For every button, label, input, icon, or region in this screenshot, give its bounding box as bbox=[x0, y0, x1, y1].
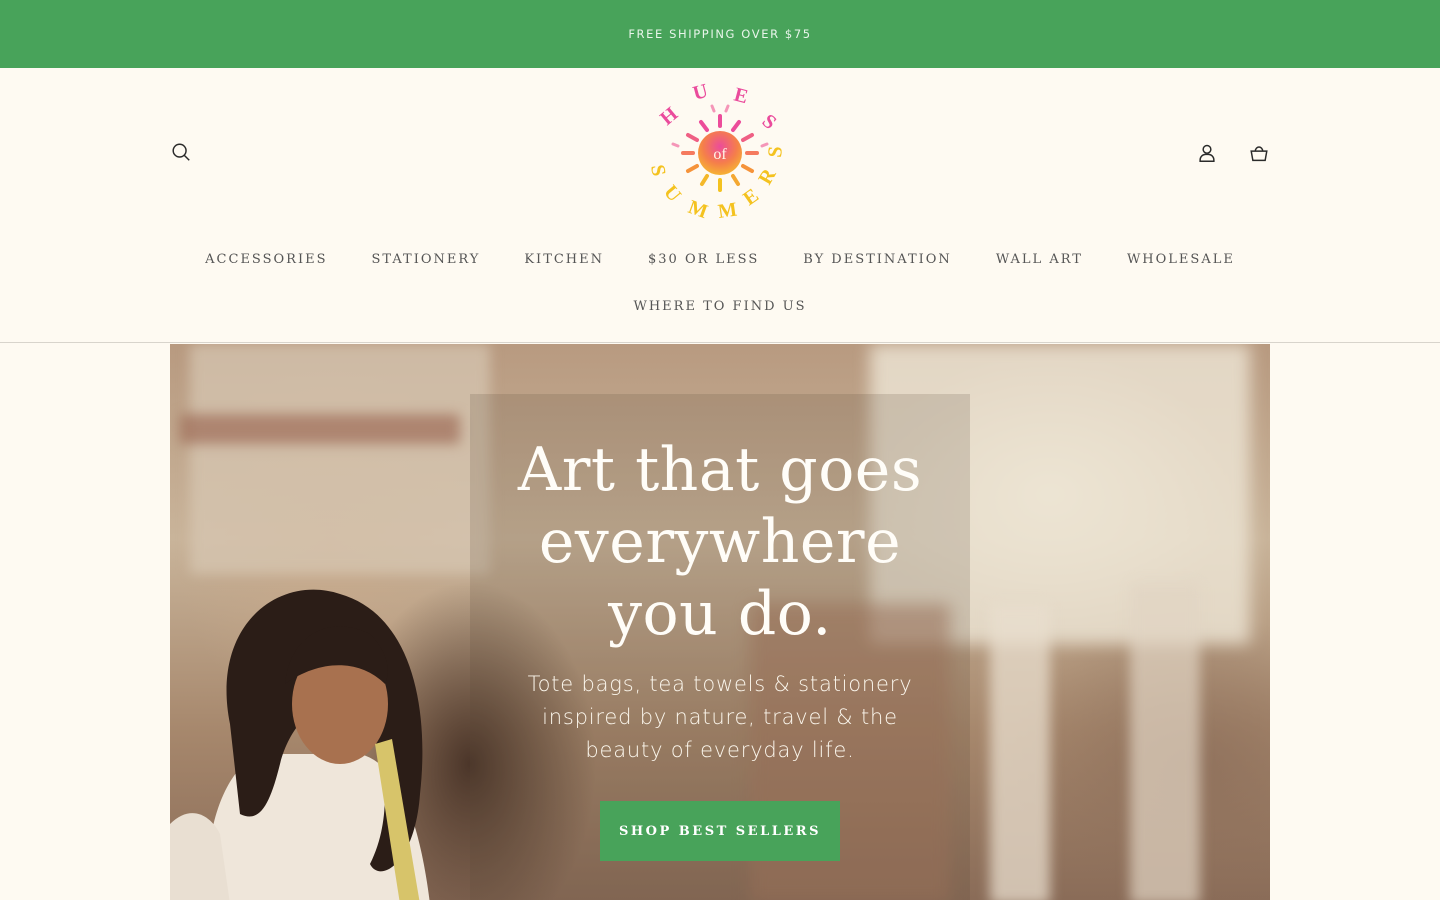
nav-item-accessories[interactable]: ACCESSORIES bbox=[183, 244, 349, 276]
hero-subtext-line-2: inspired by nature, travel & the bbox=[542, 705, 898, 729]
bag-icon bbox=[1250, 146, 1268, 162]
main-nav: ACCESSORIES STATIONERY KITCHEN $30 OR LE… bbox=[0, 244, 1440, 276]
nav-item-stationery[interactable]: STATIONERY bbox=[350, 244, 503, 276]
logo-letter-u: U bbox=[691, 80, 711, 105]
cart-button[interactable] bbox=[1246, 140, 1272, 166]
hero-text: Art that goes everywhere you do. Tote ba… bbox=[470, 434, 970, 767]
logo-word-of: of bbox=[713, 146, 727, 163]
bg-building bbox=[190, 344, 490, 574]
nav-item-30-or-less[interactable]: $30 OR LESS bbox=[626, 244, 781, 276]
announcement-text: FREE SHIPPING OVER $75 bbox=[628, 27, 812, 41]
logo-letter-s2: S bbox=[646, 163, 670, 178]
logo-letter-s3: S bbox=[764, 145, 787, 158]
bg-tower-2 bbox=[1130, 584, 1200, 900]
nav-item-by-destination[interactable]: BY DESTINATION bbox=[781, 244, 974, 276]
hero-headline-line-1: Art that goes bbox=[517, 435, 923, 505]
bg-roof bbox=[180, 414, 460, 444]
nav-item-kitchen[interactable]: KITCHEN bbox=[502, 244, 626, 276]
hero-headline-line-3: you do. bbox=[608, 579, 832, 649]
site-logo[interactable]: of H U E S S U M M E R S bbox=[645, 78, 795, 228]
site-header: of H U E S S U M M E R S ACCESSORIES STA… bbox=[0, 68, 1440, 343]
nav-item-wholesale[interactable]: WHOLESALE bbox=[1105, 244, 1257, 276]
user-icon bbox=[1199, 144, 1215, 162]
main-nav-row2: WHERE TO FIND US bbox=[0, 291, 1440, 323]
hero-headline-line-2: everywhere bbox=[538, 507, 902, 577]
nav-item-where-to-find-us[interactable]: WHERE TO FIND US bbox=[611, 291, 828, 323]
logo-letter-u2: U bbox=[659, 181, 685, 206]
bg-tower bbox=[990, 604, 1050, 900]
account-button[interactable] bbox=[1194, 140, 1220, 166]
search-icon bbox=[172, 143, 190, 161]
hero-subtext-line-1: Tote bags, tea towels & stationery bbox=[527, 672, 913, 696]
hero-subtext: Tote bags, tea towels & stationery inspi… bbox=[470, 668, 970, 767]
logo-letter-e2: E bbox=[739, 184, 763, 210]
hero-banner: Art that goes everywhere you do. Tote ba… bbox=[170, 344, 1270, 900]
logo-letter-h: H bbox=[656, 103, 682, 130]
logo-letter-m: M bbox=[685, 196, 710, 223]
search-button[interactable] bbox=[168, 139, 194, 165]
logo-letter-m2: M bbox=[717, 199, 739, 223]
logo-letter-e: E bbox=[732, 84, 751, 109]
shop-best-sellers-button[interactable]: SHOP BEST SELLERS bbox=[600, 801, 840, 861]
logo-letter-r: R bbox=[754, 165, 781, 189]
nav-item-wall-art[interactable]: WALL ART bbox=[974, 244, 1105, 276]
hero-subtext-line-3: beauty of everyday life. bbox=[585, 738, 855, 762]
hero-headline: Art that goes everywhere you do. bbox=[470, 434, 970, 650]
logo-letter-s: S bbox=[758, 110, 781, 134]
announcement-bar: FREE SHIPPING OVER $75 bbox=[0, 0, 1440, 68]
